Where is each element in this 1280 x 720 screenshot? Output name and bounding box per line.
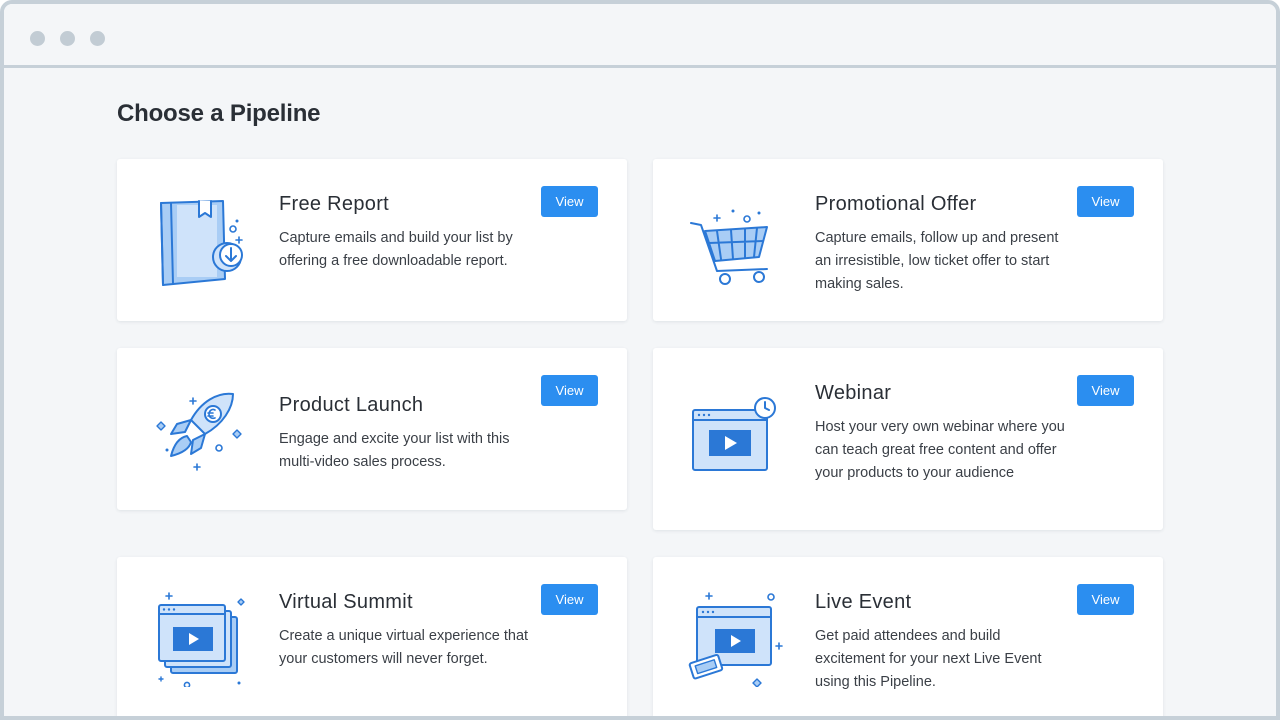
- card-title: Webinar: [815, 382, 892, 404]
- rocket-icon: [147, 374, 251, 478]
- pipeline-card-live-event: Live Event Get paid attendees and build …: [653, 557, 1163, 716]
- pipeline-card-product-launch: Product Launch Engage and excite your li…: [117, 348, 627, 510]
- card-description: Get paid attendees and build excitement …: [815, 628, 1042, 690]
- card-description: Capture emails, follow up and present an…: [815, 230, 1059, 292]
- card-description: Engage and excite your list with this mu…: [279, 431, 510, 470]
- view-button-free-report[interactable]: View: [541, 186, 598, 217]
- page-title: Choose a Pipeline: [117, 100, 321, 127]
- card-title: Promotional Offer: [815, 193, 977, 215]
- pipeline-card-promotional-offer: Promotional Offer Capture emails, follow…: [653, 159, 1163, 321]
- window-close-dot[interactable]: [30, 31, 45, 46]
- pipeline-card-webinar: Webinar Host your very own webinar where…: [653, 348, 1163, 530]
- shopping-cart-icon: [683, 185, 787, 289]
- video-clock-icon: [683, 384, 787, 488]
- view-button-product-launch[interactable]: View: [541, 375, 598, 406]
- card-description: Capture emails and build your list by of…: [279, 230, 513, 269]
- stacked-video-icon: [147, 583, 251, 689]
- video-ticket-icon: [683, 583, 787, 688]
- window-titlebar: [4, 4, 1276, 68]
- browser-window: Choose a Pipeline Free Report Capture em…: [0, 0, 1280, 720]
- card-title: Free Report: [279, 193, 390, 215]
- card-title: Product Launch: [279, 394, 424, 416]
- card-title: Live Event: [815, 591, 912, 613]
- view-button-live-event[interactable]: View: [1077, 584, 1134, 615]
- card-description: Create a unique virtual experience that …: [279, 628, 529, 667]
- window-maximize-dot[interactable]: [90, 31, 105, 46]
- window-minimize-dot[interactable]: [60, 31, 75, 46]
- book-download-icon: [147, 185, 251, 289]
- view-button-virtual-summit[interactable]: View: [541, 584, 598, 615]
- pipeline-card-virtual-summit: Virtual Summit Create a unique virtual e…: [117, 557, 627, 716]
- pipeline-card-free-report: Free Report Capture emails and build you…: [117, 159, 627, 321]
- card-description: Host your very own webinar where you can…: [815, 419, 1065, 481]
- view-button-promotional-offer[interactable]: View: [1077, 186, 1134, 217]
- card-title: Virtual Summit: [279, 591, 413, 613]
- view-button-webinar[interactable]: View: [1077, 375, 1134, 406]
